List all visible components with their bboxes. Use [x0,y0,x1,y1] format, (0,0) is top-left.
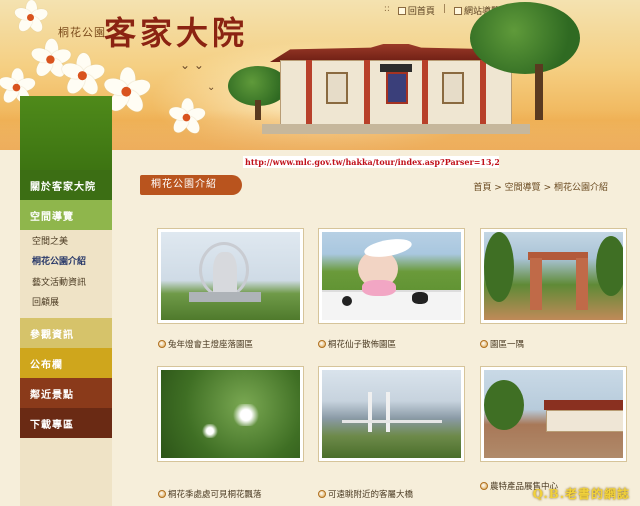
tree-trunk [255,100,261,120]
caption-tung-fairy[interactable]: 桐花仙子散佈園區 [318,338,396,350]
nav-visit-info[interactable]: 參觀資訊 [20,318,112,348]
caption-park-corner[interactable]: 園區一隅 [480,338,524,350]
subnav-arts-events[interactable]: 藝文活動資訊 [32,275,86,288]
breadcrumb-space-guide[interactable]: 空間導覽 [505,183,541,193]
bullet-icon [480,482,488,490]
caption-lantern[interactable]: 兔年燈會主燈座落園區 [158,338,253,350]
bullet-icon [158,490,166,498]
breadcrumb-home[interactable]: 首頁 [473,183,491,193]
brand-small-text: 桐花公園 [58,26,106,39]
nav-nearby-attractions[interactable]: 鄰近景點 [20,378,112,408]
birds-decoration: ⌄ ⌄ [180,58,204,72]
brand-title: 客家大院 [104,14,249,52]
tree-trunk [535,64,543,120]
blog-watermark: Q.B.老書的網誌 [532,487,630,501]
tung-flower-icon [59,52,107,98]
tung-flower-icon [13,0,50,35]
gallery-photo-tung-flowers[interactable] [157,366,304,462]
nav-bulletin-board[interactable]: 公布欄 [20,348,112,378]
nav-space-guide[interactable]: 空間導覽 [20,200,112,230]
bullet-icon [318,490,326,498]
nav-downloads[interactable]: 下載專區 [20,408,112,438]
tree-illustration [470,2,580,74]
subnav-tung-park-intro[interactable]: 桐花公園介紹 [32,254,86,267]
breadcrumb: 首頁 > 空間導覽 > 桐花公園介紹 [473,180,608,193]
bullet-icon [158,340,166,348]
sitemap-icon [453,7,462,15]
caption-tung-flowers[interactable]: 桐花季處處可見桐花飄落 [158,488,262,500]
birds-decoration: ⌄ [207,82,216,93]
gallery-photo-bridge[interactable] [318,366,465,462]
gallery-photo-exhibition-center[interactable] [480,366,627,462]
home-link[interactable]: 回首頁 [397,4,435,17]
bullet-icon [480,340,488,348]
breadcrumb-current: 桐花公園介紹 [553,183,608,193]
sidebar-header-band [20,96,112,170]
gallery-photo-park-corner[interactable] [480,228,627,324]
subnav-retrospective[interactable]: 回顧展 [32,295,59,308]
gallery-photo-lantern[interactable] [157,228,304,324]
nav-about-hall[interactable]: 關於客家大院 [20,170,112,200]
section-title: 桐花公園介紹 [140,175,242,195]
gallery-photo-tung-fairy[interactable] [318,228,465,324]
url-overlay: http://www.mlc.gov.tw/hakka/tour/index.a… [243,156,499,168]
separator-glyph: :: [383,4,390,14]
top-links-separator: | [442,4,446,14]
breadcrumb-separator: > [543,183,552,193]
subnav-space-beauty[interactable]: 空間之美 [32,234,68,247]
bullet-icon [318,340,326,348]
home-icon [397,7,406,15]
breadcrumb-separator: > [494,183,502,193]
tung-flower-icon [167,98,207,137]
caption-bridge[interactable]: 可遠眺附近的客屬大橋 [318,488,413,500]
